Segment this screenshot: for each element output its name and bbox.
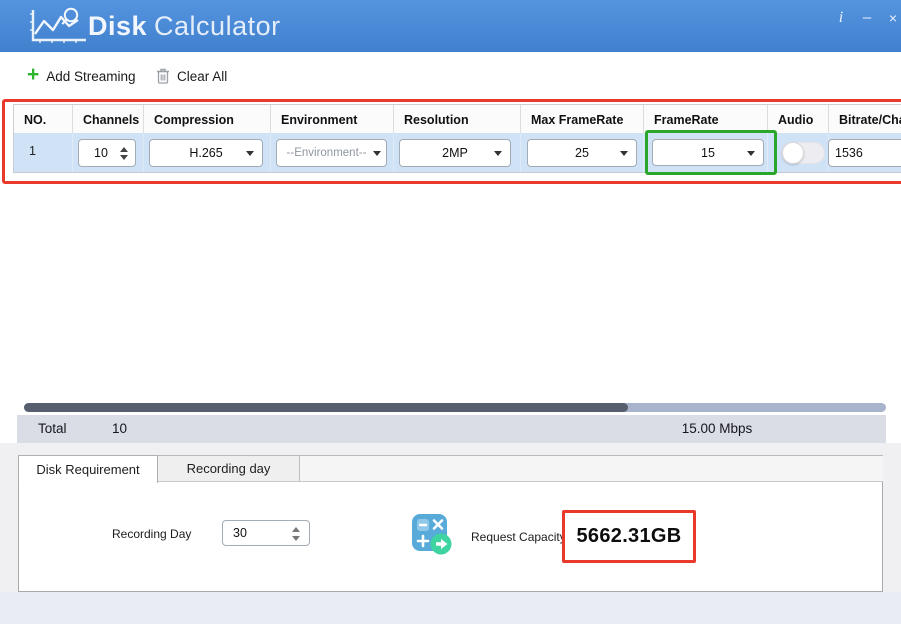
compression-dropdown[interactable]: H.265 [149,139,263,167]
audio-toggle[interactable] [781,142,825,164]
app-title-secondary: Calculator [154,11,281,41]
spinner-arrows-icon[interactable] [119,147,129,160]
framerate-dropdown[interactable]: 15 [652,139,764,166]
resolution-value: 2MP [442,146,468,160]
clear-all-button[interactable]: Clear All [156,52,227,100]
add-streaming-button[interactable]: + Add Streaming [27,52,136,100]
tab-recording-day-label: Recording day [187,461,271,476]
col-header-no: NO. [14,105,73,134]
channels-value: 10 [94,146,108,160]
request-capacity-value: 5662.31GB [577,525,682,548]
tab-recording-day[interactable]: Recording day [158,455,300,482]
col-header-channels: Channels [73,105,144,134]
col-header-environment: Environment [271,105,394,134]
row-number: 1 [29,144,72,158]
request-capacity-box: 5662.31GB [562,510,696,563]
environment-value: --Environment-- [287,147,367,159]
row-cell-no: 1 [14,133,73,172]
request-capacity-label: Request Capacity [471,530,566,544]
bottom-strip [0,592,901,624]
title-bar: DiskCalculator i – × [0,0,901,52]
toggle-knob [782,142,804,164]
close-button[interactable]: × [882,7,901,29]
recording-day-value: 30 [233,526,247,540]
app-title-primary: Disk [88,11,147,41]
bitrate-input[interactable] [828,139,901,167]
toolbar: + Add Streaming Clear All [0,52,901,100]
clear-all-label: Clear All [177,69,227,84]
col-header-audio: Audio [768,105,829,134]
chevron-down-icon [747,151,755,156]
framerate-value: 15 [701,146,715,160]
compression-value: H.265 [189,146,222,160]
col-header-compression: Compression [144,105,271,134]
channels-stepper[interactable]: 10 [78,139,136,167]
horizontal-scrollbar-thumb[interactable] [24,403,628,412]
total-row: Total 10 15.00 Mbps [17,415,886,443]
chevron-down-icon [494,151,502,156]
max-framerate-dropdown[interactable]: 25 [527,139,637,167]
resolution-dropdown[interactable]: 2MP [399,139,511,167]
total-label: Total [38,421,67,436]
add-streaming-label: Add Streaming [46,69,135,84]
plus-icon: + [27,66,39,84]
info-button[interactable]: i [830,7,852,29]
tab-disk-requirement-label: Disk Requirement [36,462,139,477]
chevron-down-icon [620,151,628,156]
environment-dropdown[interactable]: --Environment-- [276,139,387,167]
chevron-down-icon [246,151,254,156]
chevron-down-icon [373,151,381,156]
total-bitrate: 15.00 Mbps [647,421,787,436]
recording-day-stepper[interactable]: 30 [222,520,310,546]
app-title: DiskCalculator [88,11,281,42]
col-header-framerate: FrameRate [644,105,768,134]
col-header-resolution: Resolution [394,105,521,134]
minimize-button[interactable]: – [856,7,878,29]
calculator-icon [411,512,453,563]
tab-disk-requirement[interactable]: Disk Requirement [18,455,158,483]
stream-table-header: NO. Channels Compression Environment Res… [13,104,901,134]
recording-day-label: Recording Day [112,527,191,541]
app-logo-chart-magnifier-icon [26,6,90,53]
total-channels: 10 [112,421,127,436]
col-header-max-framerate: Max FrameRate [521,105,644,134]
trash-icon [156,68,170,84]
max-framerate-value: 25 [575,146,589,160]
spinner-arrows-icon[interactable] [291,527,301,541]
col-header-bitrate: Bitrate/Channel [829,105,901,134]
